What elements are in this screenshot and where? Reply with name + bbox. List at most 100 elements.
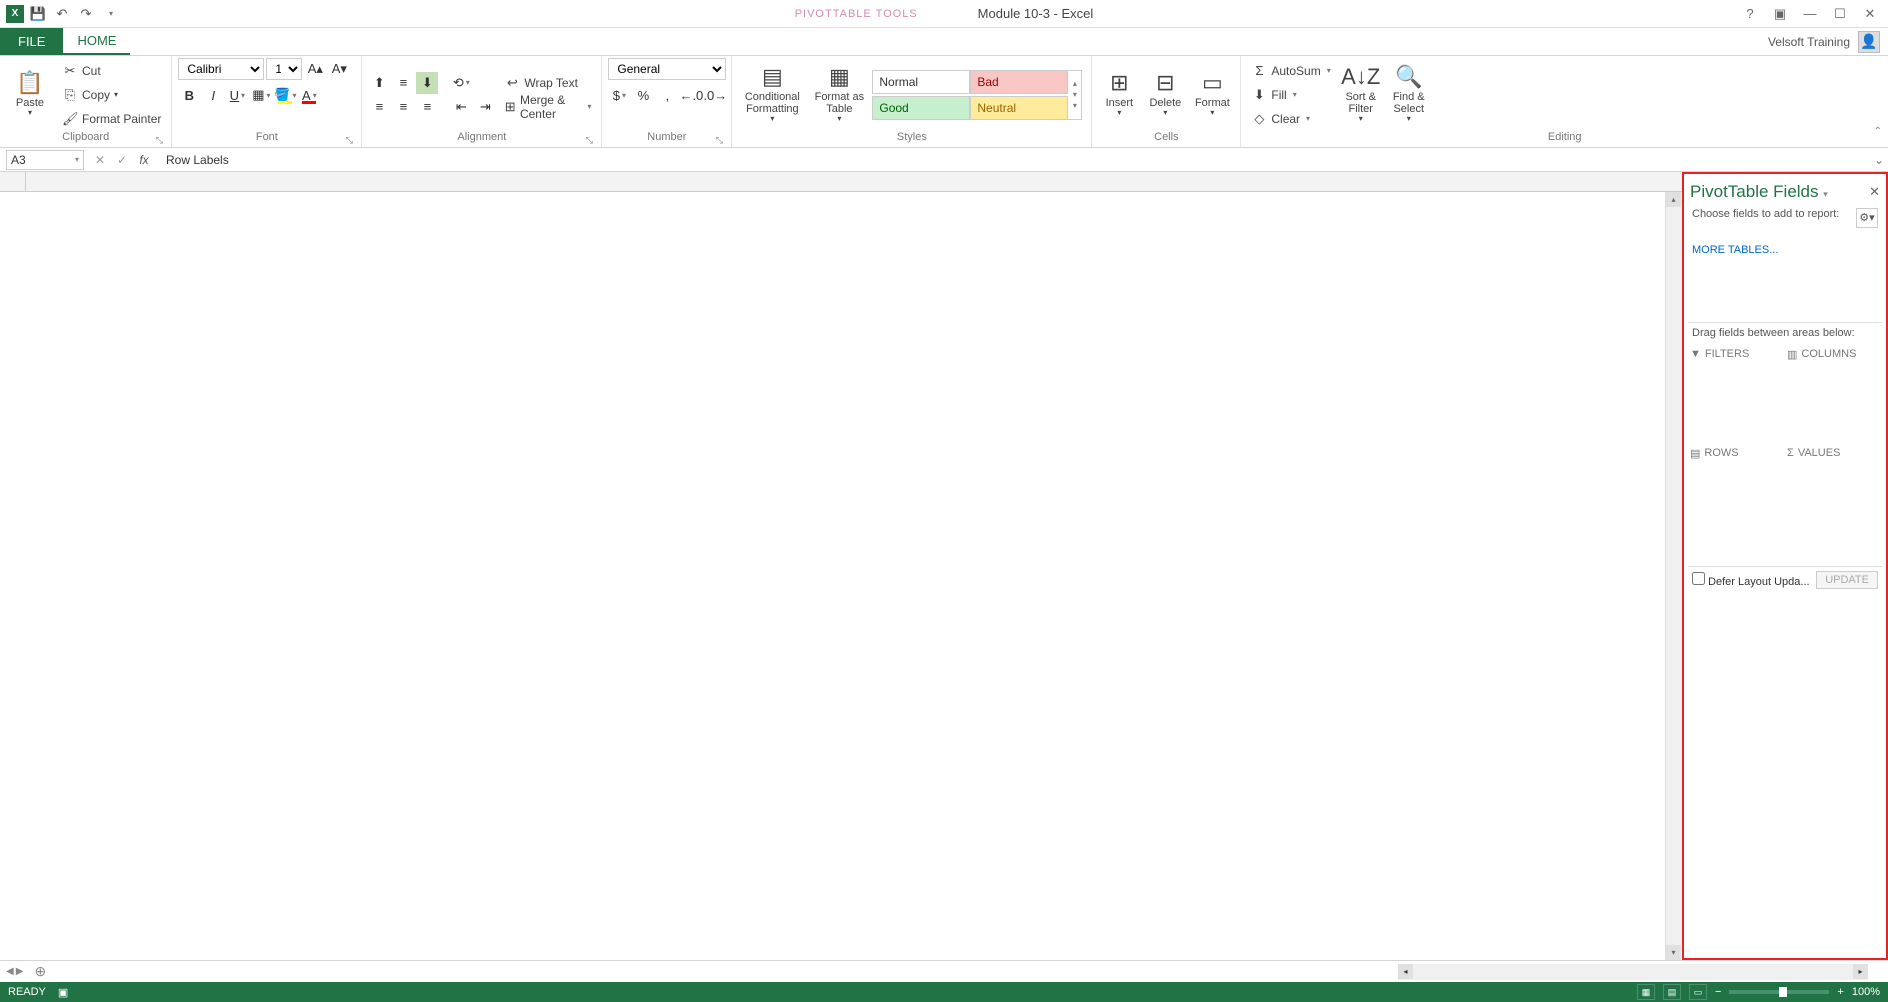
autosum-button[interactable]: ΣAutoSum: [1247, 60, 1334, 82]
scroll-right-icon[interactable]: ▸: [1853, 964, 1868, 979]
help-icon[interactable]: ?: [1738, 4, 1762, 24]
style-normal[interactable]: Normal: [872, 70, 970, 94]
user-avatar-icon[interactable]: 👤: [1858, 31, 1880, 53]
redo-icon[interactable]: ↷: [76, 4, 96, 24]
sheet-nav-first-icon[interactable]: ◀: [6, 966, 14, 977]
align-bottom-icon[interactable]: ⬇: [416, 72, 438, 94]
font-size-select[interactable]: 11: [266, 58, 302, 80]
scroll-up-icon[interactable]: ▴: [1666, 192, 1681, 207]
cancel-formula-icon[interactable]: ✕: [90, 150, 110, 170]
grow-font-icon[interactable]: A▴: [304, 58, 326, 80]
format-painter-button[interactable]: 🖌Format Painter: [58, 108, 165, 130]
font-launcher-icon[interactable]: ⤡: [343, 135, 355, 147]
page-layout-view-icon[interactable]: ▤: [1663, 984, 1681, 1000]
spreadsheet-grid[interactable]: ▴ ▾: [0, 172, 1682, 960]
user-name[interactable]: Velsoft Training: [1768, 35, 1850, 49]
select-all-corner[interactable]: [0, 172, 26, 191]
fill-color-button[interactable]: 🪣: [274, 84, 296, 106]
sort-filter-button[interactable]: A↓ZSort & Filter▾: [1339, 60, 1383, 130]
ribbon-options-icon[interactable]: ▣: [1768, 4, 1792, 24]
tab-home[interactable]: HOME: [63, 28, 130, 55]
sheet-nav-last-icon[interactable]: ▶: [16, 966, 24, 977]
clipboard-launcher-icon[interactable]: ⤡: [153, 135, 165, 147]
merge-center-button[interactable]: ⊞Merge & Center: [500, 96, 595, 118]
styles-more-button[interactable]: ▴▾▾: [1068, 70, 1082, 120]
columns-area[interactable]: ▥COLUMNS: [1787, 345, 1880, 440]
normal-view-icon[interactable]: ▦: [1637, 984, 1655, 1000]
collapse-ribbon-icon[interactable]: ⌃: [1874, 126, 1882, 137]
clipboard-group: 📋Paste▾ ✂Cut ⎘Copy▾ 🖌Format Painter Clip…: [0, 56, 172, 147]
decrease-decimal-icon[interactable]: .0→: [704, 84, 726, 106]
zoom-slider[interactable]: [1729, 990, 1829, 994]
update-button[interactable]: UPDATE: [1816, 571, 1878, 589]
fields-pane-close-icon[interactable]: ✕: [1869, 184, 1880, 200]
percent-format-icon[interactable]: %: [632, 84, 654, 106]
increase-decimal-icon[interactable]: ←.0: [680, 84, 702, 106]
fill-button[interactable]: ⬇Fill: [1247, 84, 1334, 106]
align-left-icon[interactable]: ≡: [368, 96, 390, 118]
name-box[interactable]: A3▾: [6, 150, 84, 170]
scroll-left-icon[interactable]: ◂: [1398, 964, 1413, 979]
increase-indent-icon[interactable]: ⇥: [474, 96, 496, 118]
maximize-icon[interactable]: ☐: [1828, 4, 1852, 24]
filters-area[interactable]: ▼FILTERS: [1690, 345, 1783, 440]
zoom-level[interactable]: 100%: [1852, 986, 1880, 998]
italic-button[interactable]: I: [202, 84, 224, 106]
delete-cells-button[interactable]: ⊟Delete▾: [1144, 60, 1186, 130]
page-break-view-icon[interactable]: ▭: [1689, 984, 1707, 1000]
underline-button[interactable]: U: [226, 84, 248, 106]
fields-pane-tools-icon[interactable]: ⚙▾: [1856, 208, 1878, 228]
insert-cells-button[interactable]: ⊞Insert▾: [1098, 60, 1140, 130]
style-bad[interactable]: Bad: [970, 70, 1068, 94]
font-name-select[interactable]: Calibri: [178, 58, 264, 80]
find-select-button[interactable]: 🔍Find & Select▾: [1387, 60, 1431, 130]
decrease-indent-icon[interactable]: ⇤: [450, 96, 472, 118]
fields-pane-title: PivotTable Fields ▾: [1690, 182, 1828, 202]
border-button[interactable]: ▦: [250, 84, 272, 106]
orientation-icon[interactable]: ⟲: [450, 72, 472, 94]
conditional-formatting-button[interactable]: ▤Conditional Formatting▾: [738, 60, 806, 130]
file-tab[interactable]: FILE: [0, 28, 63, 55]
clear-button[interactable]: ◇Clear: [1247, 108, 1334, 130]
style-good[interactable]: Good: [872, 96, 970, 120]
wrap-text-button[interactable]: ↩Wrap Text: [500, 72, 595, 94]
macro-record-icon[interactable]: ▣: [58, 986, 68, 999]
paste-button[interactable]: 📋Paste▾: [6, 60, 54, 130]
align-middle-icon[interactable]: ≡: [392, 72, 414, 94]
scroll-down-icon[interactable]: ▾: [1666, 945, 1681, 960]
comma-format-icon[interactable]: ,: [656, 84, 678, 106]
formula-input[interactable]: [160, 150, 1870, 170]
shrink-font-icon[interactable]: A▾: [328, 58, 350, 80]
align-top-icon[interactable]: ⬆: [368, 72, 390, 94]
alignment-launcher-icon[interactable]: ⤡: [583, 135, 595, 147]
vertical-scrollbar[interactable]: ▴ ▾: [1665, 192, 1682, 960]
copy-button[interactable]: ⎘Copy▾: [58, 84, 165, 106]
undo-icon[interactable]: ↶: [52, 4, 72, 24]
add-sheet-button[interactable]: ⊕: [29, 963, 51, 980]
expand-formula-bar-icon[interactable]: ⌄: [1870, 153, 1888, 167]
values-area[interactable]: ΣVALUES: [1787, 444, 1880, 564]
align-center-icon[interactable]: ≡: [392, 96, 414, 118]
more-tables-link[interactable]: MORE TABLES...: [1688, 238, 1882, 262]
minimize-icon[interactable]: —: [1798, 4, 1822, 24]
number-format-select[interactable]: General: [608, 58, 726, 80]
insert-function-icon[interactable]: fx: [134, 150, 154, 170]
cut-button[interactable]: ✂Cut: [58, 60, 165, 82]
accounting-format-icon[interactable]: $: [608, 84, 630, 106]
horizontal-scrollbar[interactable]: ◂ ▸: [1398, 964, 1868, 980]
align-right-icon[interactable]: ≡: [416, 96, 438, 118]
enter-formula-icon[interactable]: ✓: [112, 150, 132, 170]
rows-area[interactable]: ▤ROWS: [1690, 444, 1783, 564]
qat-customize-icon[interactable]: [100, 4, 120, 24]
zoom-out-icon[interactable]: −: [1715, 986, 1721, 998]
zoom-in-icon[interactable]: +: [1837, 986, 1843, 998]
save-icon[interactable]: 💾: [28, 4, 48, 24]
defer-layout-checkbox[interactable]: Defer Layout Upda...: [1692, 572, 1810, 588]
number-launcher-icon[interactable]: ⤡: [713, 135, 725, 147]
font-color-button[interactable]: A: [298, 84, 320, 106]
format-as-table-button[interactable]: ▦Format as Table▾: [810, 60, 868, 130]
style-neutral[interactable]: Neutral: [970, 96, 1068, 120]
format-cells-button[interactable]: ▭Format▾: [1190, 60, 1234, 130]
close-icon[interactable]: ✕: [1858, 4, 1882, 24]
bold-button[interactable]: B: [178, 84, 200, 106]
